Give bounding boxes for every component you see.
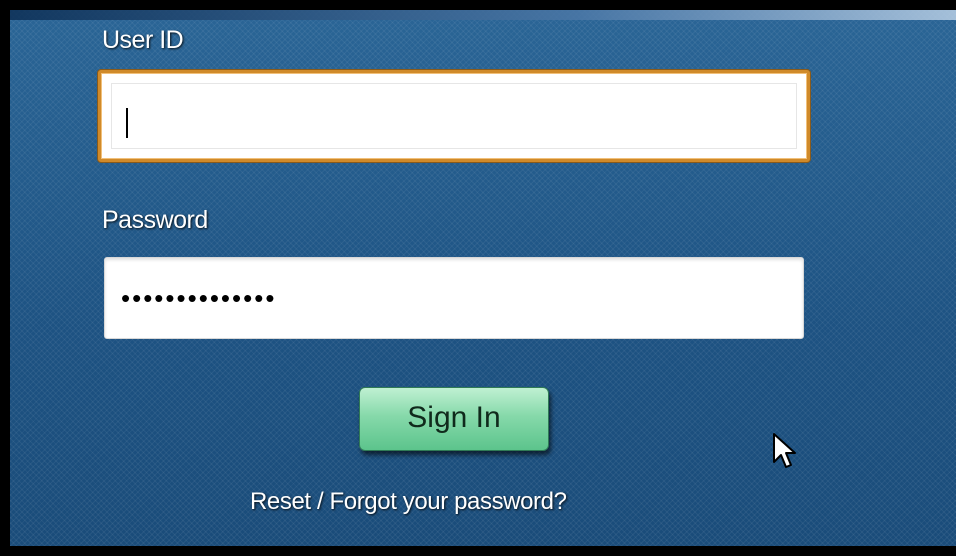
screen-frame: User ID Password •••••••••••••• Sign In …	[0, 0, 956, 556]
userid-input[interactable]	[98, 70, 810, 162]
sign-in-button[interactable]: Sign In	[359, 387, 549, 451]
userid-label: User ID	[102, 26, 184, 54]
login-panel: User ID Password •••••••••••••• Sign In …	[10, 10, 956, 546]
top-gradient-bar	[10, 10, 956, 20]
forgot-password-link[interactable]: Reset / Forgot your password?	[250, 488, 567, 516]
password-input[interactable]: ••••••••••••••	[104, 257, 804, 339]
text-caret	[126, 108, 128, 138]
userid-input-inner[interactable]	[111, 83, 797, 149]
password-label: Password	[102, 206, 208, 234]
password-masked-value: ••••••••••••••	[121, 283, 277, 313]
arrow-cursor-icon	[773, 433, 796, 468]
